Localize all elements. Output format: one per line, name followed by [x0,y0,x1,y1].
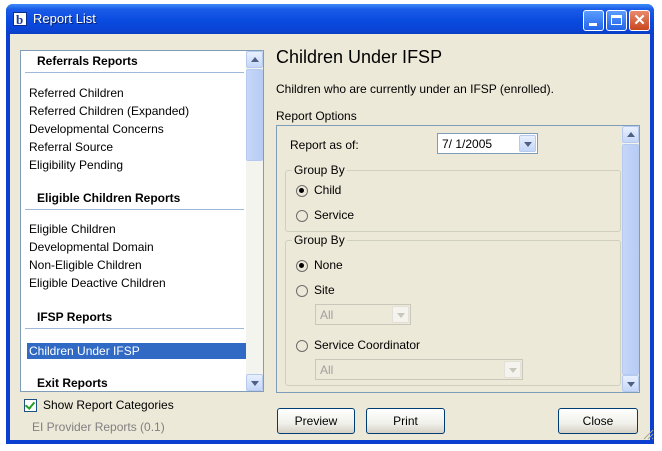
radio-circle [296,210,308,222]
report-description: Children who are currently under an IFSP… [276,82,554,96]
close-window-button[interactable]: ✕ [629,10,650,31]
scroll-up-button[interactable] [622,126,639,143]
radio-selected-dot [299,263,304,268]
report-as-of-label: Report as of: [290,138,359,152]
radio-service-coordinator-label[interactable]: Service Coordinator [314,338,420,352]
app-icon-letter: b [16,12,24,27]
report-as-of-date-picker[interactable]: 7/ 1/2005 [437,133,538,154]
radio-child-label[interactable]: Child [314,183,341,197]
list-item-selected[interactable]: Children Under IFSP [27,343,249,359]
report-title: Children Under IFSP [276,47,443,67]
checkmark-icon [24,399,36,410]
report-options-label: Report Options [276,109,357,123]
scroll-thumb[interactable] [622,144,639,375]
site-select[interactable]: All [315,304,411,325]
scroll-up-button[interactable] [246,51,263,68]
scroll-down-button[interactable] [246,374,263,391]
maximize-icon [611,15,622,25]
radio-circle [296,285,308,297]
resize-grip-icon[interactable] [643,429,654,440]
service-coordinator-dropdown-button[interactable] [504,361,521,378]
radio-selected-dot [299,188,304,193]
title-bar[interactable]: b Report List ✕ [6,4,654,34]
date-dropdown-button[interactable] [519,135,536,152]
list-item[interactable]: Referred Children (Expanded) [29,103,189,119]
category-header-eligible: Eligible Children Reports [25,188,244,210]
group-by-fieldset-2: Group By None Site All Service Coordinat… [285,233,621,386]
minimize-icon [589,23,597,26]
chevron-down-icon [524,142,532,147]
radio-service[interactable] [296,210,308,222]
report-options-panel: Report as of: 7/ 1/2005 Group By Child S… [276,125,640,393]
maximize-button[interactable] [606,10,627,31]
list-item[interactable]: Eligible Children [29,221,116,237]
scroll-thumb[interactable] [246,69,263,161]
options-scrollbar[interactable] [622,126,639,392]
chevron-down-icon [509,368,517,373]
radio-service-coordinator[interactable] [296,340,308,352]
radio-site[interactable] [296,285,308,297]
window-title: Report List [33,11,96,26]
category-header-exit: Exit Reports [37,376,108,390]
radio-none[interactable] [296,260,308,272]
arrow-down-icon [627,382,635,387]
group-by-legend-1: Group By [292,163,347,177]
show-categories-label[interactable]: Show Report Categories [43,398,174,412]
site-dropdown-button[interactable] [392,306,409,323]
close-icon: ✕ [633,12,646,29]
group-by-fieldset-1: Group By Child Service [285,163,621,232]
print-button[interactable]: Print [366,408,445,434]
category-header-ifsp: IFSP Reports [25,307,244,329]
list-item[interactable]: Developmental Concerns [29,121,164,137]
radio-circle [296,340,308,352]
report-listbox[interactable]: Referrals Reports Referred Children Refe… [20,50,264,392]
list-item[interactable]: Referral Source [29,139,113,155]
arrow-up-icon [251,57,259,62]
radio-service-label[interactable]: Service [314,208,354,222]
radio-none-label[interactable]: None [314,258,343,272]
chevron-down-icon [397,313,405,318]
service-coordinator-select[interactable]: All [315,359,523,380]
arrow-down-icon [251,381,259,386]
list-item[interactable]: Eligible Deactive Children [29,275,166,291]
list-scrollbar[interactable] [246,51,263,391]
version-label: EI Provider Reports (0.1) [32,420,165,434]
report-as-of-value: 7/ 1/2005 [442,137,493,151]
app-icon: b [13,12,27,27]
scroll-down-button[interactable] [622,375,639,392]
list-item[interactable]: Non-Eligible Children [29,257,142,273]
list-item[interactable]: Developmental Domain [29,239,154,255]
service-coordinator-select-value: All [320,363,334,377]
radio-site-label[interactable]: Site [314,283,335,297]
site-select-value: All [320,308,334,322]
show-categories-checkbox[interactable] [24,399,37,412]
close-button[interactable]: Close [558,408,638,434]
list-item[interactable]: Eligibility Pending [29,157,123,173]
arrow-up-icon [627,132,635,137]
radio-child[interactable] [296,185,308,197]
category-header-referrals: Referrals Reports [25,51,244,73]
list-item[interactable]: Referred Children [29,85,124,101]
minimize-button[interactable] [583,10,604,31]
group-by-legend-2: Group By [292,233,347,247]
preview-button[interactable]: Preview [277,408,355,434]
